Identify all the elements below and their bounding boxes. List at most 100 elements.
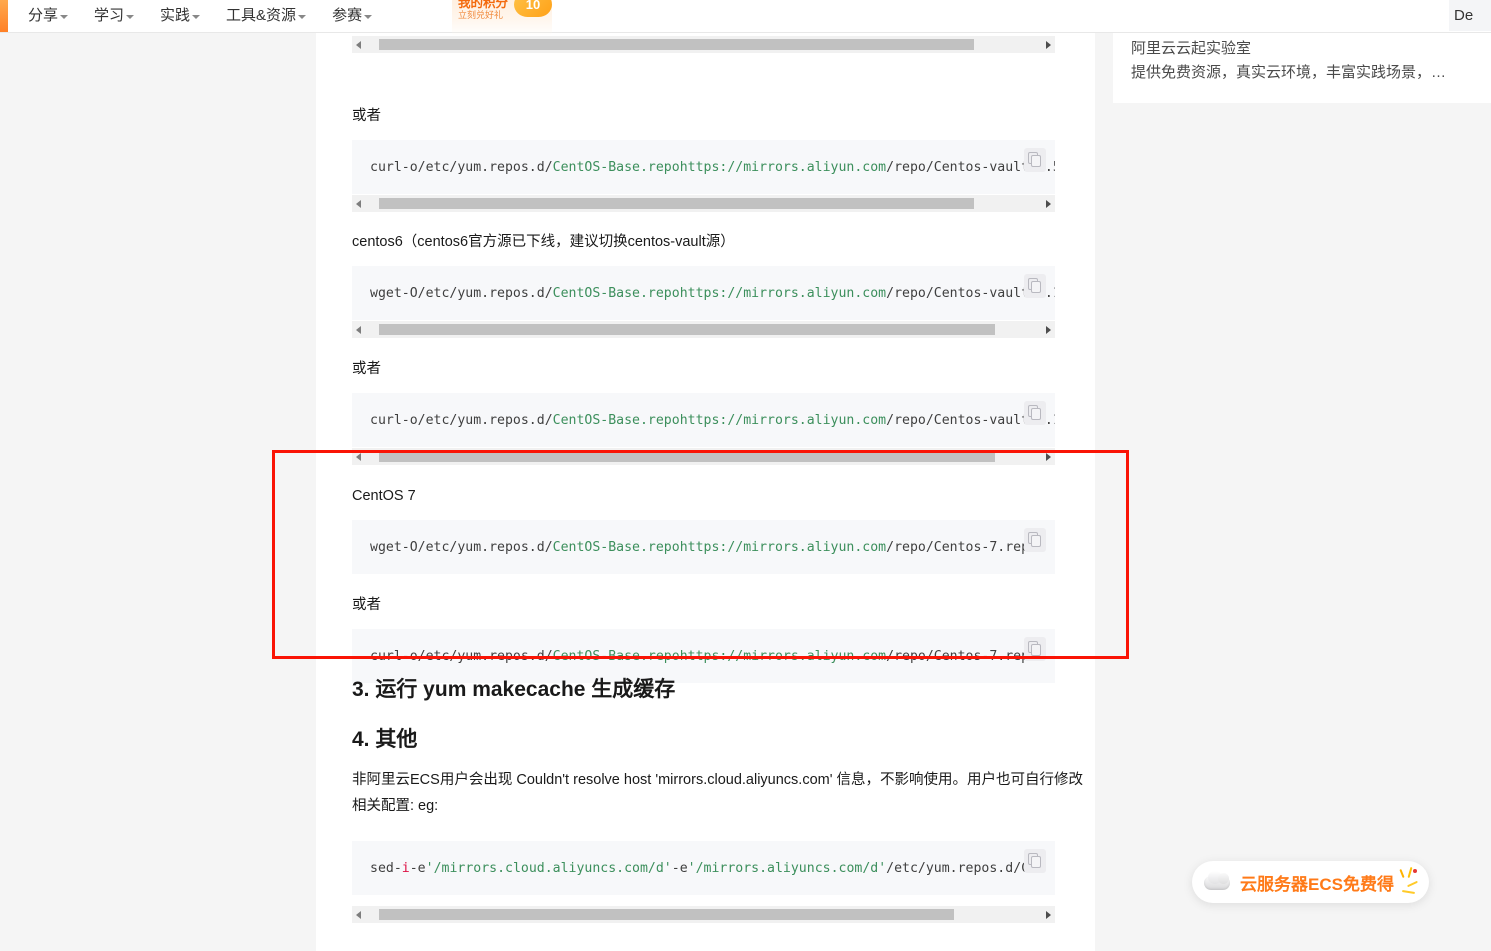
scroll-right-arrow-icon[interactable] (1042, 448, 1055, 465)
code-line: wget -O /etc/yum.repos.d/CentOS-Base.rep… (370, 266, 1055, 320)
copy-icon[interactable] (1024, 401, 1046, 425)
scroll-left-arrow-icon[interactable] (352, 195, 365, 212)
paragraph: 或者 (352, 597, 381, 613)
nav-item-4[interactable]: 参赛 (332, 0, 373, 32)
cloud-icon (1202, 869, 1236, 895)
code-token: https://mirrors.aliyun.com (679, 539, 887, 555)
copy-icon[interactable] (1024, 148, 1046, 172)
scrollbar-track[interactable] (365, 198, 1042, 209)
scroll-left-arrow-icon[interactable] (352, 36, 365, 53)
code-token: sed (370, 860, 394, 876)
nav-item-1[interactable]: 学习 (94, 0, 135, 32)
paragraph: centos6（centos6官方源已下线，建议切换centos-vault源） (352, 234, 735, 250)
points-cloud-icon: 10 (514, 0, 552, 17)
nav-item-label: 实践 (160, 7, 191, 24)
scrollbar-thumb[interactable] (378, 39, 975, 50)
scrollbar-track[interactable] (365, 39, 1042, 50)
site-logo-icon[interactable] (0, 0, 8, 32)
scroll-right-arrow-icon[interactable] (1042, 36, 1055, 53)
code-horizontal-scrollbar[interactable] (352, 321, 1055, 338)
my-points-badge[interactable]: 我的积分 立刻兑好礼 10 (452, 0, 552, 36)
scrollbar-track[interactable] (365, 909, 1042, 920)
scrollbar-thumb[interactable] (378, 198, 975, 209)
top-right-fragment-label: De (1454, 7, 1474, 24)
chevron-down-icon (192, 15, 201, 19)
top-right-fragment[interactable]: De (1449, 0, 1491, 31)
scrollbar-track[interactable] (365, 324, 1042, 335)
code-token: /etc/yum.repos.d/ (417, 648, 553, 664)
code-token: /etc/yum.repos.d/Cen (886, 860, 1045, 876)
code-token: /etc/yum.repos.d/ (417, 159, 553, 175)
code-horizontal-scrollbar[interactable] (352, 906, 1055, 923)
code-token: -e (671, 860, 688, 876)
article-body: 或者 curl -o /etc/yum.repos.d/CentOS-Base.r… (316, 33, 1095, 951)
code-block: curl -o /etc/yum.repos.d/CentOS-Base.rep… (352, 393, 1055, 447)
scroll-right-arrow-icon[interactable] (1042, 195, 1055, 212)
scrollbar-thumb[interactable] (378, 909, 954, 920)
code-token: -O (401, 285, 418, 301)
code-token: /etc/yum.repos.d/ (417, 285, 553, 301)
code-token: /etc/yum.repos.d/ (417, 412, 553, 428)
copy-icon[interactable] (1024, 849, 1046, 873)
section-heading: 4. 其他 (352, 728, 418, 751)
nav-item-2[interactable]: 实践 (160, 0, 201, 32)
scrollbar-track[interactable] (365, 451, 1042, 462)
copy-icon[interactable] (1024, 637, 1046, 661)
scroll-right-arrow-icon[interactable] (1042, 321, 1055, 338)
nav-item-label: 分享 (28, 7, 59, 24)
recommendation-card[interactable]: 阿里云云起实验室 提供免费资源，真实云环境，丰富实践场景，… (1113, 25, 1491, 103)
code-horizontal-scrollbar[interactable] (352, 36, 1055, 53)
code-token: i (401, 860, 410, 876)
section-heading: 3. 运行 yum makecache 生成缓存 (352, 678, 676, 701)
code-token: /repo/Centos-7.repo (886, 539, 1037, 555)
nav-item-3[interactable]: 工具&资源 (226, 0, 307, 32)
recommendation-description: 提供免费资源，真实云环境，丰富实践场景，… (1131, 64, 1447, 81)
code-token: CentOS-Base.repo (552, 539, 680, 555)
code-token: '/mirrors.cloud.aliyuncs.com/d' (425, 860, 672, 876)
code-block: curl -o /etc/yum.repos.d/CentOS-Base.rep… (352, 140, 1055, 194)
chevron-down-icon (126, 15, 135, 19)
code-token: /etc/yum.repos.d/ (417, 539, 553, 555)
chevron-down-icon (364, 15, 373, 19)
scrollbar-thumb[interactable] (378, 451, 995, 462)
top-navigation-bar: 分享 学习 实践 工具&资源 参赛 我的积分 立刻兑好礼 10 De (0, 0, 1491, 36)
code-token: CentOS-Base.repo (552, 412, 680, 428)
code-line: sed -i -e '/mirrors.cloud.aliyuncs.com/d… (370, 841, 1045, 895)
code-line: wget -O /etc/yum.repos.d/CentOS-Base.rep… (370, 520, 1037, 574)
code-token: -o (401, 412, 418, 428)
paragraph: CentOS 7 (352, 488, 416, 504)
code-token: CentOS-Base.repo (552, 648, 680, 664)
code-token: /repo/Centos-7.repo (886, 648, 1037, 664)
nav-item-label: 工具&资源 (226, 7, 297, 24)
scrollbar-thumb[interactable] (378, 324, 995, 335)
scroll-right-arrow-icon[interactable] (1042, 906, 1055, 923)
paragraph: 或者 (352, 108, 381, 124)
copy-icon[interactable] (1024, 274, 1046, 298)
code-token: https://mirrors.aliyun.com (679, 412, 887, 428)
code-line: curl -o /etc/yum.repos.d/CentOS-Base.rep… (370, 393, 1055, 447)
paragraph: 相关配置: eg: (352, 798, 439, 814)
chevron-down-icon (60, 15, 69, 19)
code-token: https://mirrors.aliyun.com (679, 285, 887, 301)
code-token: wget (370, 285, 402, 301)
code-horizontal-scrollbar[interactable] (352, 195, 1055, 212)
copy-icon[interactable] (1024, 528, 1046, 552)
scroll-left-arrow-icon[interactable] (352, 906, 365, 923)
code-horizontal-scrollbar[interactable] (352, 448, 1055, 465)
code-token: -O (401, 539, 418, 555)
scroll-left-arrow-icon[interactable] (352, 448, 365, 465)
floating-ad-label: 云服务器ECS免费得 (1240, 874, 1394, 894)
points-subtitle: 立刻兑好礼 (458, 10, 504, 20)
code-block: wget -O /etc/yum.repos.d/CentOS-Base.rep… (352, 266, 1055, 320)
code-token: curl (370, 412, 402, 428)
nav-item-label: 学习 (94, 7, 125, 24)
paragraph: 或者 (352, 361, 381, 377)
nav-item-0[interactable]: 分享 (28, 0, 69, 32)
floating-ad-banner[interactable]: 云服务器ECS免费得 (1192, 861, 1429, 903)
code-token: CentOS-Base.repo (552, 285, 680, 301)
code-token: curl (370, 159, 402, 175)
chevron-down-icon (298, 15, 307, 19)
code-token: '/mirrors.aliyuncs.com/d' (687, 860, 887, 876)
code-token: -o (401, 648, 418, 664)
scroll-left-arrow-icon[interactable] (352, 321, 365, 338)
